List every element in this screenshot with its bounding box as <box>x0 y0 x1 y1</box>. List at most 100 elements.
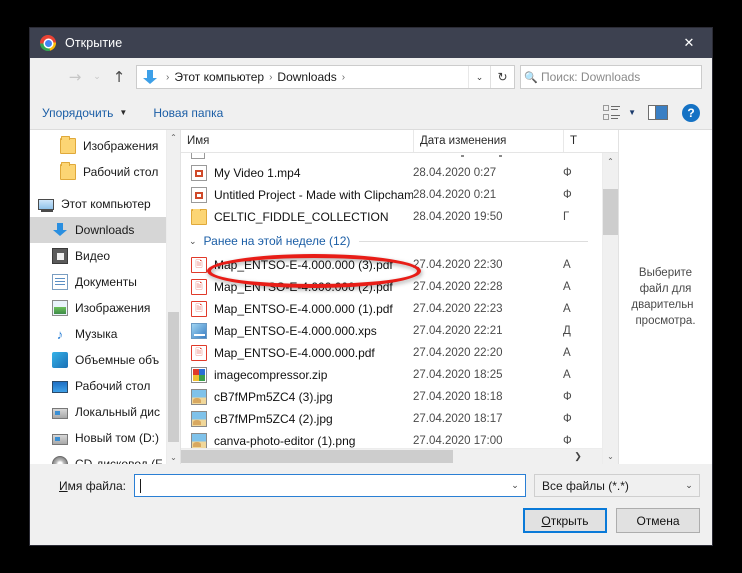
file-name: Map_ENTSO-E-4.000.000 (1).pdf <box>214 302 393 316</box>
folder-icon <box>60 162 76 180</box>
filename-label: Имя файла: <box>42 479 134 493</box>
table-row[interactable]: My Video 1.mp4 28.04.2020 0:27 Ф <box>181 162 602 184</box>
sidebar-item-desktop[interactable]: Рабочий стол <box>30 373 180 399</box>
file-date: 27.04.2020 22:30 <box>413 259 503 271</box>
table-row[interactable]: cB7fMPm5ZC4 (2).jpg 27.04.2020 18:17 Ф <box>181 408 602 430</box>
column-header-type[interactable]: Т <box>563 130 618 152</box>
table-row[interactable]: CELTIC_FIDDLE_COLLECTION 28.04.2020 19:5… <box>181 206 602 228</box>
table-row[interactable]: Map_ENTSO-E-4.000.000.xps 27.04.2020 22:… <box>181 320 602 342</box>
table-row[interactable]: Map_ENTSO-E-4.000.000 (2).pdf 27.04.2020… <box>181 276 602 298</box>
sidebar-item-label: Объемные объ <box>75 353 160 367</box>
cancel-button[interactable]: Отмена <box>616 508 700 533</box>
pdf-icon <box>191 279 207 295</box>
sidebar-item-3d-objects[interactable]: Объемные объ <box>30 347 180 373</box>
sidebar-item-local-disk[interactable]: Локальный дис <box>30 399 180 425</box>
file-name: Map_ENTSO-E-4.000.000 (3).pdf <box>214 258 393 272</box>
sidebar-item-pictures[interactable]: Изображения <box>30 295 180 321</box>
up-button[interactable]: ↑ <box>106 64 132 90</box>
horizontal-scrollbar-thumb[interactable] <box>181 450 453 463</box>
breadcrumb-downloads[interactable]: Downloads <box>276 70 337 84</box>
filename-input[interactable]: ⌄ <box>134 474 526 497</box>
file-name-cell: imagecompressor.zip <box>181 367 413 383</box>
sidebar-item-cd-drive[interactable]: CD-дисковод (F <box>30 451 180 464</box>
view-options-chevron-down-icon[interactable]: ▼ <box>628 108 636 117</box>
file-date: 27.04.2020 18:17 <box>413 413 503 425</box>
organize-button[interactable]: Упорядочить ▼ <box>42 106 127 120</box>
file-list-scrollbar-thumb[interactable] <box>603 189 618 235</box>
downloads-arrow-icon <box>142 69 158 85</box>
search-placeholder: Поиск: Downloads <box>541 70 641 84</box>
sidebar-item-desktop-quick[interactable]: Рабочий стол <box>30 159 180 185</box>
table-row[interactable]: Map_ENTSO-E-4.000.000.pdf 27.04.2020 22:… <box>181 342 602 364</box>
file-name: Map_ENTSO-E-4.000.000 (2).pdf <box>214 280 393 294</box>
preview-line-4: просмотра. <box>635 315 696 327</box>
chevron-down-icon[interactable]: ⌄ <box>189 236 197 247</box>
recent-locations-button[interactable]: ⌄ <box>88 64 106 90</box>
sidebar-item-videos[interactable]: Видео <box>30 243 180 269</box>
chevron-down-icon: ▼ <box>119 108 128 117</box>
table-row[interactable]: Untitled Project - Made with Clipchamp..… <box>181 184 602 206</box>
sidebar-scrollbar[interactable]: ⌃ ⌄ <box>166 130 180 464</box>
filename-label-accel: И <box>59 478 68 493</box>
chevron-down-icon[interactable]: ⌄ <box>167 450 180 464</box>
pdf-icon <box>191 257 207 273</box>
chevron-down-icon[interactable]: ⌄ <box>679 480 699 491</box>
computer-icon <box>38 199 54 212</box>
chevron-down-icon[interactable]: ⌄ <box>468 66 490 88</box>
sidebar-item-downloads[interactable]: Downloads <box>30 217 180 243</box>
sidebar-item-label: Изображения <box>83 139 159 153</box>
file-name: canva-photo-editor (1).png <box>214 434 356 448</box>
back-button[interactable]: arrow-left-icon <box>36 64 62 90</box>
search-input[interactable]: 🔍 Поиск: Downloads <box>520 65 702 89</box>
open-button-accel: О <box>541 513 551 528</box>
sidebar-item-documents[interactable]: Документы <box>30 269 180 295</box>
table-row[interactable]: Map_ENTSO-E-4.000.000 (1).pdf 27.04.2020… <box>181 298 602 320</box>
file-type-select[interactable]: Все файлы (*.*) ⌄ <box>534 474 700 497</box>
column-header-date[interactable]: Дата изменения <box>413 130 563 152</box>
address-bar[interactable]: › Этот компьютер › Downloads › ⌄ ↻ <box>136 65 515 89</box>
sidebar-item-pictures-quick[interactable]: Изображения <box>30 133 180 159</box>
chevron-down-icon[interactable]: ⌄ <box>505 480 525 491</box>
chevron-up-icon[interactable]: ⌃ <box>167 130 180 144</box>
close-icon[interactable]: ✕ <box>666 28 712 58</box>
chevron-up-icon[interactable]: ⌃ <box>603 153 618 169</box>
preview-placeholder-text: Выберите файл для дварительн просмотра. <box>631 265 696 329</box>
new-folder-button[interactable]: Новая папка <box>153 106 223 120</box>
music-icon: ♪ <box>56 326 64 342</box>
view-list-icon[interactable] <box>602 104 622 122</box>
preview-line-3: дварительн <box>631 299 694 311</box>
file-date: 28.04.2020 19:50 <box>413 211 503 223</box>
button-row: Открыть Отмена <box>42 508 700 533</box>
table-row[interactable]: imagecompressor.zip 27.04.2020 18:25 А <box>181 364 602 386</box>
sidebar-item-new-volume[interactable]: Новый том (D:) <box>30 425 180 451</box>
help-button[interactable]: ? <box>682 103 700 122</box>
cd-drive-icon <box>52 456 68 464</box>
group-header[interactable]: ⌄ Ранее на этой неделе (12) <box>181 228 602 254</box>
3d-objects-icon <box>52 352 68 368</box>
breadcrumb-this-pc[interactable]: Этот компьютер <box>173 70 265 84</box>
open-button[interactable]: Открыть <box>523 508 607 533</box>
navigation-sidebar: Изображения Рабочий стол Этот компьютер … <box>30 130 180 464</box>
sidebar-item-label: Этот компьютер <box>61 197 151 211</box>
preview-pane-icon[interactable] <box>648 105 668 120</box>
file-list-scrollbar[interactable]: ⌃ ⌄ <box>602 153 618 464</box>
file-name-cell: My Video 1.mp4 <box>181 165 413 181</box>
dialog-body: Изображения Рабочий стол Этот компьютер … <box>30 130 712 464</box>
breadcrumb-separator: › <box>269 71 273 83</box>
file-date: 27.04.2020 22:21 <box>413 325 503 337</box>
dialog-footer: Имя файла: ⌄ Все файлы (*.*) ⌄ Открыть О… <box>30 464 712 545</box>
forward-button[interactable]: → <box>62 64 88 90</box>
file-date: 27.04.2020 18:18 <box>413 391 503 403</box>
refresh-icon[interactable]: ↻ <box>490 66 514 88</box>
sidebar-scrollbar-thumb[interactable] <box>168 312 179 442</box>
sidebar-item-music[interactable]: ♪ Музыка <box>30 321 180 347</box>
table-row[interactable]: Map_ENTSO-E-4.000.000 (3).pdf 27.04.2020… <box>181 254 602 276</box>
sidebar-item-this-pc[interactable]: Этот компьютер <box>30 191 180 217</box>
chevron-down-icon[interactable]: ⌄ <box>603 448 618 464</box>
group-header-label: Ранее на этой неделе (12) <box>203 234 351 248</box>
chevron-right-icon[interactable]: ❯ <box>570 449 586 464</box>
horizontal-scrollbar[interactable]: ❯ <box>181 448 602 464</box>
file-name: Map_ENTSO-E-4.000.000.xps <box>214 324 377 338</box>
column-header-name[interactable]: Имя <box>181 130 413 152</box>
table-row[interactable]: cB7fMPm5ZC4 (3).jpg 27.04.2020 18:18 Ф <box>181 386 602 408</box>
